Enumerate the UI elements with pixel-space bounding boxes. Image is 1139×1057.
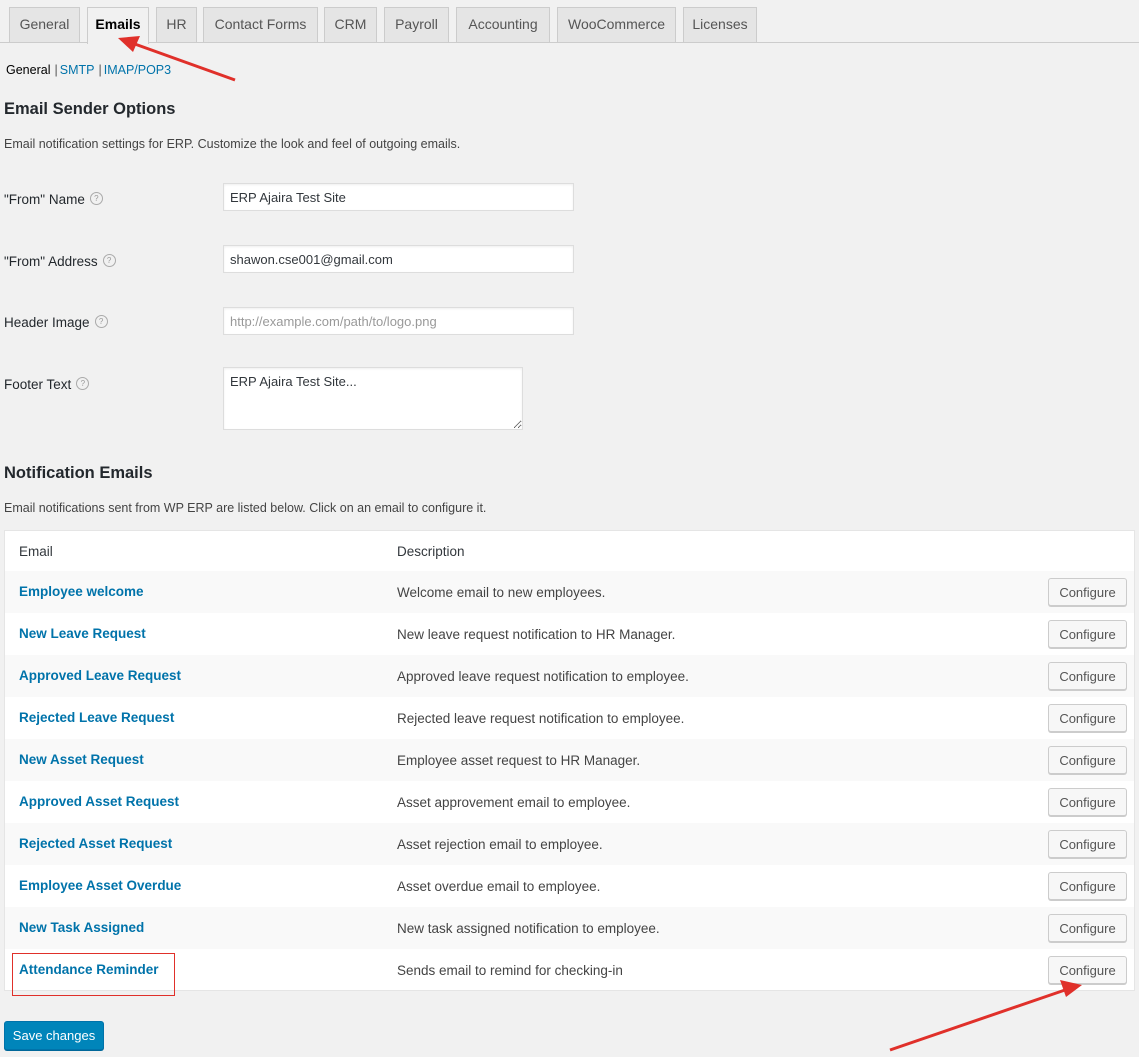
column-header-description: Description bbox=[397, 544, 465, 559]
email-description: New task assigned notification to employ… bbox=[397, 921, 660, 936]
notification-emails-heading: Notification Emails bbox=[4, 464, 153, 482]
email-name-link[interactable]: New Asset Request bbox=[19, 752, 144, 767]
column-header-email: Email bbox=[19, 544, 53, 559]
email-name-link[interactable]: Approved Leave Request bbox=[19, 668, 181, 683]
email-description: Rejected leave request notification to e… bbox=[397, 711, 685, 726]
subnav-separator: | bbox=[98, 63, 102, 77]
email-description: Employee asset request to HR Manager. bbox=[397, 753, 641, 768]
configure-button[interactable]: Configure bbox=[1048, 704, 1127, 732]
configure-button[interactable]: Configure bbox=[1048, 830, 1127, 858]
from-address-input[interactable] bbox=[223, 245, 574, 273]
table-row: Approved Leave Request Approved leave req… bbox=[5, 655, 1134, 697]
email-description: Sends email to remind for checking-in bbox=[397, 963, 623, 978]
from-name-input[interactable] bbox=[223, 183, 574, 211]
table-row: Rejected Leave Request Rejected leave req… bbox=[5, 697, 1134, 739]
email-description: Welcome email to new employees. bbox=[397, 585, 606, 600]
from-address-label: "From" Address? bbox=[4, 254, 116, 269]
tab-woocommerce[interactable]: WooCommerce bbox=[557, 7, 676, 42]
from-name-label: "From" Name? bbox=[4, 192, 103, 207]
email-name-link[interactable]: Rejected Asset Request bbox=[19, 836, 172, 851]
header-image-label-text: Header Image bbox=[4, 315, 90, 330]
tab-general[interactable]: General bbox=[9, 7, 80, 42]
subnav-general: General bbox=[6, 63, 51, 77]
help-icon[interactable]: ? bbox=[94, 315, 108, 328]
from-name-label-text: "From" Name bbox=[4, 192, 85, 207]
settings-tabs: General Emails HR Contact Forms CRM Payr… bbox=[0, 0, 1139, 44]
email-name-link[interactable]: New Leave Request bbox=[19, 626, 146, 641]
sender-options-description: Email notification settings for ERP. Cus… bbox=[4, 137, 461, 151]
configure-button[interactable]: Configure bbox=[1048, 620, 1127, 648]
table-row: New Task Assigned New task assigned notif… bbox=[5, 907, 1134, 949]
email-description: Asset rejection email to employee. bbox=[397, 837, 603, 852]
email-description: New leave request notification to HR Man… bbox=[397, 627, 676, 642]
email-subnav: General | SMTP | IMAP/POP3 bbox=[6, 63, 171, 77]
configure-button[interactable]: Configure bbox=[1048, 914, 1127, 942]
tab-hr[interactable]: HR bbox=[156, 7, 197, 42]
email-name-link[interactable]: Employee Asset Overdue bbox=[19, 878, 181, 893]
configure-button[interactable]: Configure bbox=[1048, 872, 1127, 900]
footer-text-textarea[interactable]: ERP Ajaira Test Site... bbox=[223, 367, 523, 430]
configure-button[interactable]: Configure bbox=[1048, 662, 1127, 690]
tab-contact-forms[interactable]: Contact Forms bbox=[203, 7, 318, 42]
tab-licenses[interactable]: Licenses bbox=[683, 7, 757, 42]
header-image-label: Header Image? bbox=[4, 315, 108, 330]
tab-crm[interactable]: CRM bbox=[324, 7, 377, 42]
footer-text-label: Footer Text? bbox=[4, 377, 90, 392]
save-changes-button[interactable]: Save changes bbox=[4, 1021, 104, 1050]
email-description: Approved leave request notification to e… bbox=[397, 669, 689, 684]
email-name-link[interactable]: Rejected Leave Request bbox=[19, 710, 174, 725]
tab-accounting[interactable]: Accounting bbox=[456, 7, 550, 42]
help-icon[interactable]: ? bbox=[102, 254, 116, 267]
table-row: Approved Asset Request Asset approvement … bbox=[5, 781, 1134, 823]
subnav-smtp[interactable]: SMTP bbox=[60, 63, 95, 77]
table-row: Employee Asset Overdue Asset overdue emai… bbox=[5, 865, 1134, 907]
table-row: New Asset Request Employee asset request … bbox=[5, 739, 1134, 781]
email-name-link[interactable]: Approved Asset Request bbox=[19, 794, 179, 809]
notification-emails-description: Email notifications sent from WP ERP are… bbox=[4, 501, 487, 515]
header-image-input[interactable] bbox=[223, 307, 574, 335]
help-icon[interactable]: ? bbox=[89, 192, 103, 205]
configure-button[interactable]: Configure bbox=[1048, 956, 1127, 984]
table-row: New Leave Request New leave request notif… bbox=[5, 613, 1134, 655]
email-description: Asset overdue email to employee. bbox=[397, 879, 601, 894]
sender-options-heading: Email Sender Options bbox=[4, 100, 176, 118]
help-icon[interactable]: ? bbox=[76, 377, 90, 390]
from-address-label-text: "From" Address bbox=[4, 254, 98, 269]
configure-button[interactable]: Configure bbox=[1048, 788, 1127, 816]
configure-button[interactable]: Configure bbox=[1048, 578, 1127, 606]
table-row: Rejected Asset Request Asset rejection em… bbox=[5, 823, 1134, 865]
email-name-link[interactable]: Employee welcome bbox=[19, 584, 144, 599]
table-header: Email Description bbox=[5, 531, 1134, 572]
tab-payroll[interactable]: Payroll bbox=[384, 7, 449, 42]
configure-button[interactable]: Configure bbox=[1048, 746, 1127, 774]
email-description: Asset approvement email to employee. bbox=[397, 795, 631, 810]
tab-emails[interactable]: Emails bbox=[87, 7, 149, 44]
email-name-link[interactable]: New Task Assigned bbox=[19, 920, 144, 935]
table-row: Employee welcome Welcome email to new emp… bbox=[5, 571, 1134, 613]
notification-emails-table: Email Description Employee welcome Welcom… bbox=[4, 530, 1135, 991]
subnav-imap-pop3[interactable]: IMAP/POP3 bbox=[104, 63, 171, 77]
table-row: Attendance Reminder Sends email to remind… bbox=[5, 949, 1134, 991]
email-name-link[interactable]: Attendance Reminder bbox=[19, 962, 159, 977]
subnav-separator: | bbox=[54, 63, 58, 77]
footer-text-label-text: Footer Text bbox=[4, 377, 72, 392]
